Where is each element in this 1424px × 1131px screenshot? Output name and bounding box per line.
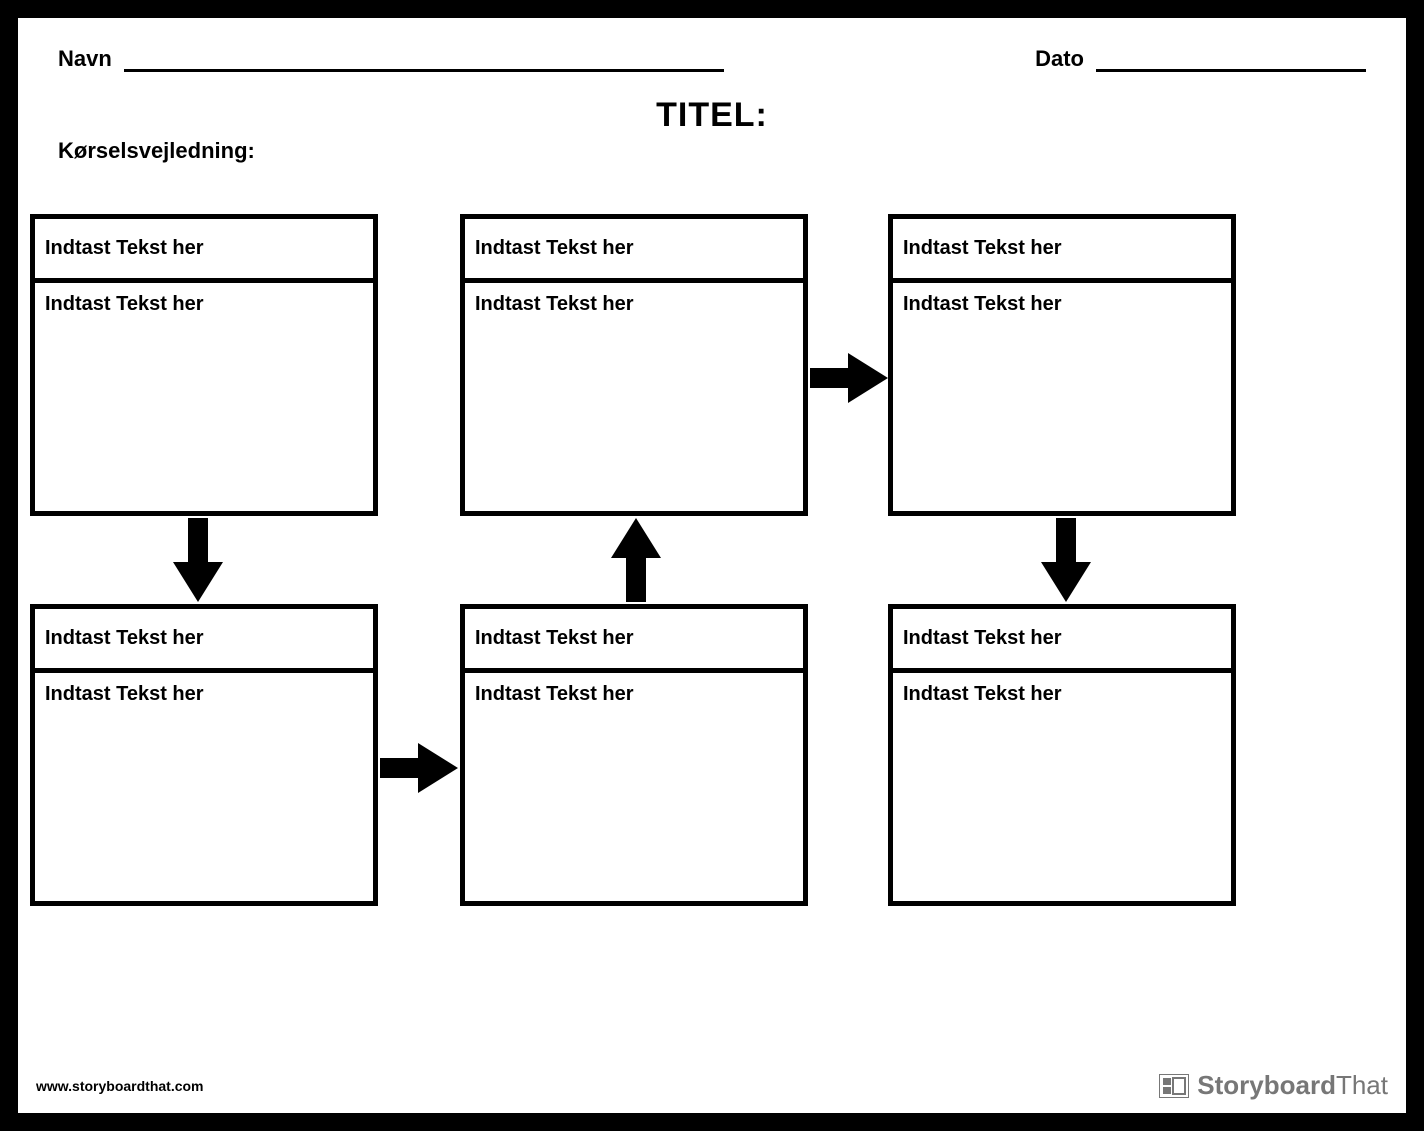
- arrow-down-icon: [168, 518, 228, 602]
- worksheet-page: Navn Dato TITEL: Kørselsvejledning: Indt…: [18, 18, 1406, 1113]
- brand-logo: StoryboardThat: [1159, 1070, 1388, 1101]
- cell-body[interactable]: Indtast Tekst her: [465, 283, 803, 326]
- brand-text-a: Storyboard: [1197, 1070, 1336, 1100]
- storyboard-icon: [1159, 1074, 1189, 1098]
- cell-head[interactable]: Indtast Tekst her: [465, 219, 803, 283]
- cell-body[interactable]: Indtast Tekst her: [465, 673, 803, 716]
- arrow-up-icon: [606, 518, 666, 602]
- footer: www.storyboardthat.com StoryboardThat: [36, 1070, 1388, 1101]
- flow-cell-6[interactable]: Indtast Tekst her Indtast Tekst her: [888, 604, 1236, 906]
- cell-head[interactable]: Indtast Tekst her: [35, 609, 373, 673]
- flow-cell-2[interactable]: Indtast Tekst her Indtast Tekst her: [460, 214, 808, 516]
- cell-body[interactable]: Indtast Tekst her: [35, 673, 373, 716]
- cell-head[interactable]: Indtast Tekst her: [35, 219, 373, 283]
- flow-canvas: Indtast Tekst her Indtast Tekst her Indt…: [18, 18, 1406, 1113]
- arrow-down-icon: [1036, 518, 1096, 602]
- cell-body[interactable]: Indtast Tekst her: [893, 673, 1231, 716]
- cell-body[interactable]: Indtast Tekst her: [893, 283, 1231, 326]
- brand-text-b: That: [1336, 1070, 1388, 1100]
- flow-cell-1[interactable]: Indtast Tekst her Indtast Tekst her: [30, 214, 378, 516]
- flow-cell-4[interactable]: Indtast Tekst her Indtast Tekst her: [30, 604, 378, 906]
- flow-cell-3[interactable]: Indtast Tekst her Indtast Tekst her: [888, 214, 1236, 516]
- cell-head[interactable]: Indtast Tekst her: [465, 609, 803, 673]
- site-url: www.storyboardthat.com: [36, 1078, 204, 1094]
- cell-head[interactable]: Indtast Tekst her: [893, 609, 1231, 673]
- arrow-right-icon: [810, 348, 888, 408]
- cell-head[interactable]: Indtast Tekst her: [893, 219, 1231, 283]
- arrow-right-icon: [380, 738, 458, 798]
- flow-cell-5[interactable]: Indtast Tekst her Indtast Tekst her: [460, 604, 808, 906]
- cell-body[interactable]: Indtast Tekst her: [35, 283, 373, 326]
